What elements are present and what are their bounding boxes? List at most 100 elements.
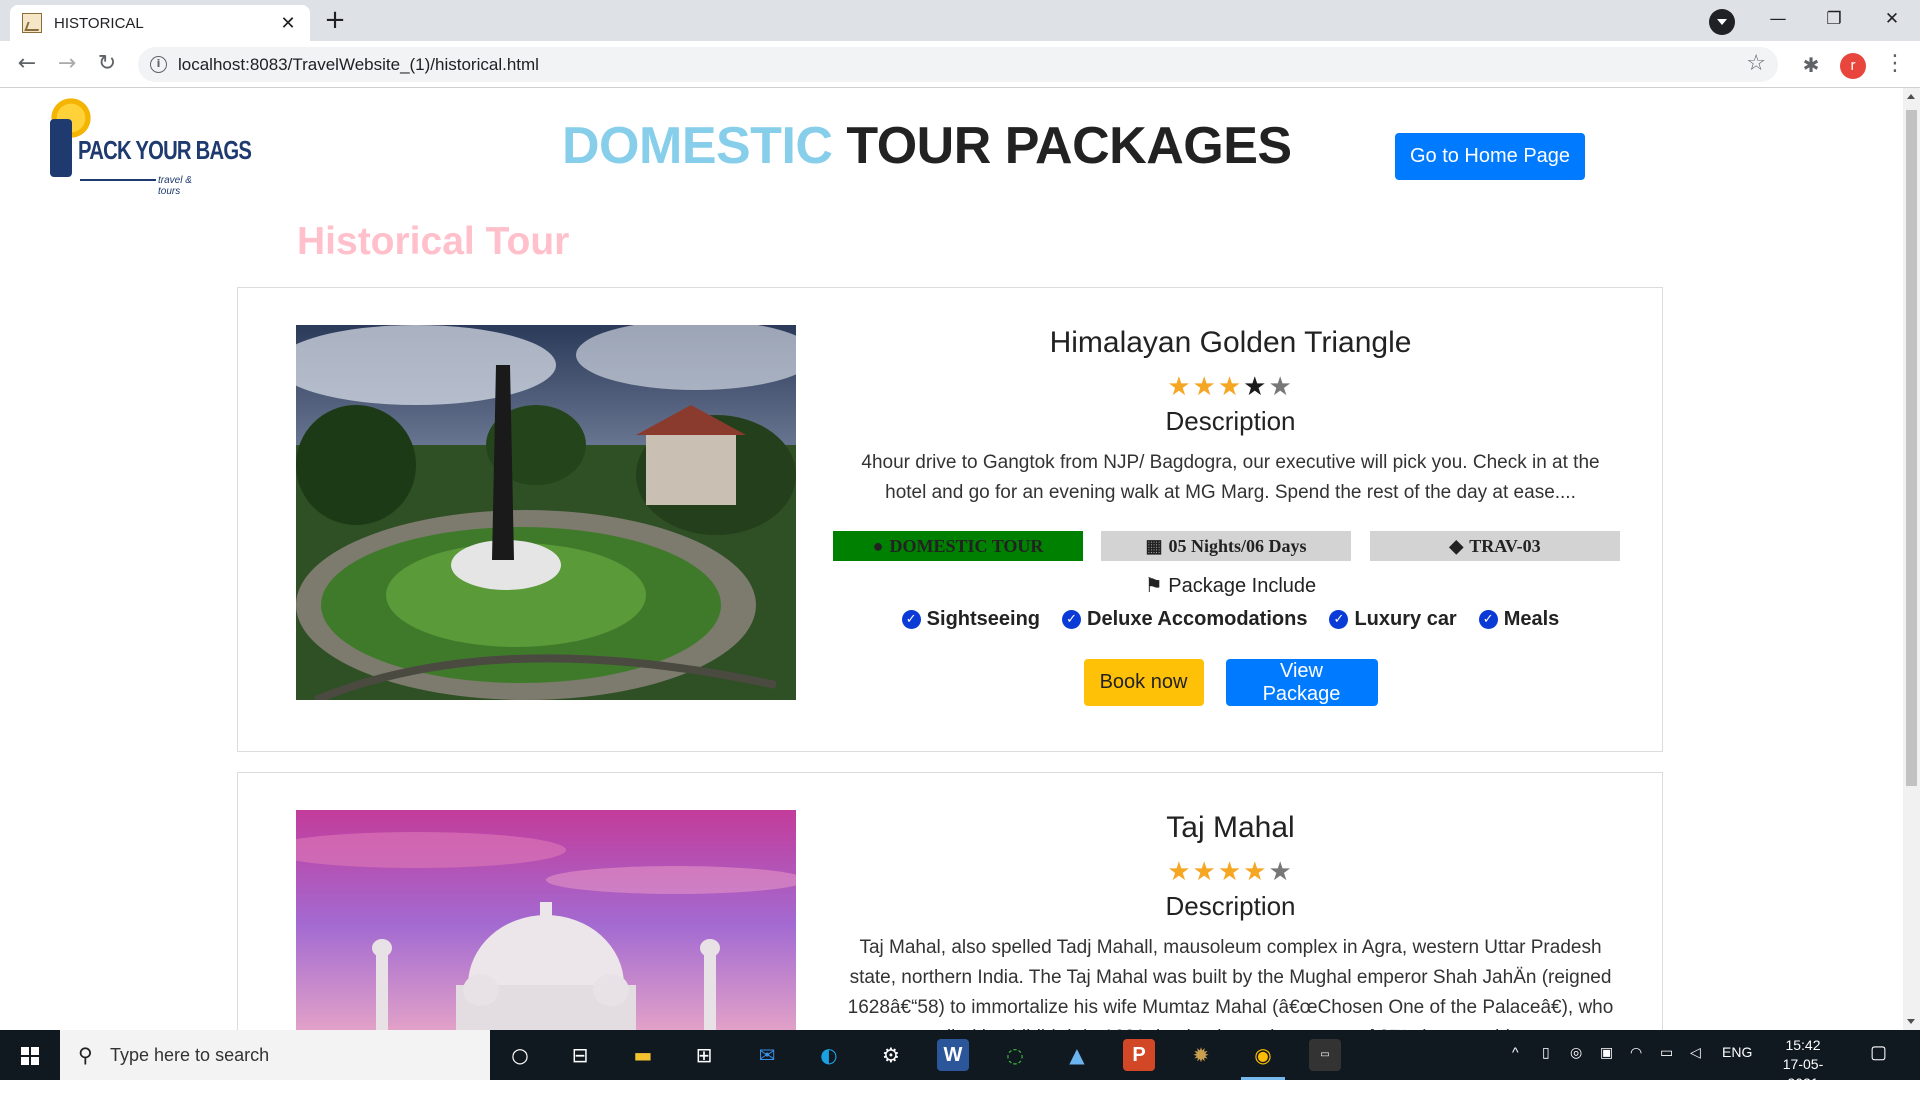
calendar-icon: ▦: [1145, 536, 1163, 556]
tab-close-icon[interactable]: ✕: [278, 13, 298, 34]
package-card: Himalayan Golden Triangle ★★★★★ Descript…: [237, 287, 1663, 752]
package-image-gangtok[interactable]: [296, 325, 796, 700]
package-actions: Book now View Package: [833, 659, 1628, 706]
include-item: ✓ Sightseeing: [901, 608, 1041, 631]
browser-toolbar: ← → ↻ i localhost:8083/TravelWebsite_(1)…: [0, 41, 1920, 88]
flag-icon: ⚑: [1144, 575, 1169, 597]
section-title: Historical Tour: [297, 220, 570, 263]
progress-app-icon[interactable]: ◌: [999, 1039, 1031, 1071]
word-app-icon[interactable]: W: [937, 1039, 969, 1071]
edge-browser-icon[interactable]: ◐: [813, 1039, 845, 1071]
gear-app-icon[interactable]: ✹: [1185, 1039, 1217, 1071]
description-label: Description: [1165, 406, 1296, 436]
windows-logo-icon: [21, 1047, 39, 1065]
tray-app-icon[interactable]: ◎: [1570, 1044, 1582, 1061]
start-button[interactable]: [0, 1030, 60, 1080]
star-icon: ★: [1268, 372, 1294, 402]
check-circle-icon: ✓: [1062, 610, 1082, 629]
include-item: ✓ Meals: [1478, 608, 1559, 631]
battery-icon[interactable]: ▭: [1660, 1044, 1673, 1061]
search-icon: ⚲: [78, 1043, 93, 1067]
terminal-app-icon[interactable]: ▭: [1309, 1039, 1341, 1071]
site-logo[interactable]: PACK YOUR BAGS travel & tours: [40, 91, 252, 201]
package-details: Himalayan Golden Triangle ★★★★★ Descript…: [833, 288, 1628, 753]
package-title: Himalayan Golden Triangle: [1049, 326, 1412, 359]
wifi-icon[interactable]: ◠: [1630, 1044, 1642, 1061]
tab-title: HISTORICAL: [54, 14, 144, 32]
notifications-icon[interactable]: ▢: [1870, 1042, 1887, 1063]
site-info-icon[interactable]: i: [150, 56, 167, 73]
restore-button[interactable]: ❐: [1806, 0, 1862, 40]
settings-gear-icon[interactable]: ⚙: [875, 1039, 907, 1071]
star-icon: ★: [1167, 372, 1193, 402]
forward-button[interactable]: →: [52, 50, 82, 80]
package-details: Taj Mahal ★★★★★ Description Taj Mahal, a…: [833, 773, 1628, 1030]
new-tab-button[interactable]: +: [318, 7, 352, 35]
scroll-up-icon[interactable]: [1907, 94, 1915, 99]
star-icon: ★: [1268, 857, 1294, 887]
duration-text: 05 Nights/06 Days: [1168, 536, 1307, 556]
chrome-browser-icon[interactable]: ◉: [1247, 1039, 1279, 1071]
reload-button[interactable]: ↻: [92, 50, 122, 80]
task-view-icon[interactable]: ⊟: [564, 1039, 596, 1071]
book-now-button[interactable]: Book now: [1083, 659, 1204, 706]
file-explorer-icon[interactable]: ▬: [627, 1039, 659, 1071]
go-home-button[interactable]: Go to Home Page: [1395, 133, 1585, 180]
page-title-rest: TOUR PACKAGES: [832, 117, 1292, 175]
extensions-puzzle-icon[interactable]: ✱: [1800, 54, 1822, 76]
package-code-text: TRAV-03: [1469, 536, 1541, 556]
search-placeholder: Type here to search: [110, 1045, 270, 1065]
page-viewport: PACK YOUR BAGS travel & tours DOMESTIC T…: [0, 88, 1920, 1030]
star-icon: ★: [1217, 857, 1244, 887]
package-code-badge: ◆ TRAV-03: [1370, 531, 1620, 561]
back-button[interactable]: ←: [12, 50, 42, 80]
include-label: Sightseeing: [926, 608, 1041, 630]
package-includes-list: ✓ Sightseeing ✓ Deluxe Accomodations ✓ Luxu…: [833, 608, 1628, 631]
star-rating: ★★★★★: [833, 857, 1628, 887]
tray-display-icon[interactable]: ▣: [1600, 1044, 1613, 1061]
package-meta-row: ● DOMESTIC TOUR ▦ 05 Nights/06 Days ◆ TRAV-…: [833, 531, 1628, 561]
check-circle-icon: ✓: [901, 610, 921, 629]
page-title: DOMESTIC TOUR PACKAGES: [562, 116, 1292, 176]
logo-suitcase-icon: [50, 119, 72, 177]
page-scrollbar[interactable]: [1903, 88, 1920, 1030]
package-title: Taj Mahal: [1166, 811, 1295, 844]
taskbar-clock[interactable]: 15:42 17-05-2021: [1768, 1036, 1838, 1093]
windows-taskbar: ⚲ Type here to search ○ ⊟ ▬ ⊞ ✉ ◐ ⚙ W ◌ …: [0, 1030, 1920, 1091]
package-image-taj-mahal[interactable]: [296, 810, 796, 1030]
photos-app-icon[interactable]: ▲: [1061, 1039, 1093, 1071]
clock-date: 17-05-2021: [1782, 1056, 1824, 1091]
powerpoint-app-icon[interactable]: P: [1123, 1039, 1155, 1071]
volume-icon[interactable]: ◁: [1690, 1044, 1701, 1061]
map-marker-icon: ●: [872, 536, 884, 556]
package-description: Taj Mahal, also spelled Tadj Mahall, mau…: [847, 937, 1614, 1030]
store-icon[interactable]: ⊞: [688, 1039, 720, 1071]
minimize-button[interactable]: —: [1750, 0, 1806, 40]
star-icon: ★: [1192, 857, 1218, 887]
address-bar[interactable]: i localhost:8083/TravelWebsite_(1)/histo…: [138, 47, 1778, 82]
taskbar-search[interactable]: ⚲ Type here to search: [60, 1030, 490, 1080]
bookmark-star-icon[interactable]: ☆: [1746, 51, 1766, 76]
description-label: Description: [1165, 891, 1296, 921]
mail-icon[interactable]: ✉: [751, 1039, 783, 1071]
browser-tab[interactable]: HISTORICAL ✕: [10, 5, 310, 41]
include-item: ✓ Deluxe Accomodations: [1062, 608, 1307, 631]
tour-type-badge: ● DOMESTIC TOUR: [833, 531, 1083, 561]
tray-device-icon[interactable]: ▯: [1542, 1044, 1550, 1061]
language-indicator[interactable]: ENG: [1722, 1044, 1752, 1060]
url-text[interactable]: localhost:8083/TravelWebsite_(1)/histori…: [178, 55, 539, 75]
view-package-button[interactable]: View Package: [1225, 659, 1378, 706]
tab-search-icon[interactable]: [1709, 9, 1735, 35]
star-icon: ★: [1243, 857, 1269, 887]
scroll-down-icon[interactable]: [1907, 1019, 1915, 1024]
scroll-thumb[interactable]: [1906, 110, 1917, 786]
tab-favicon-icon: [22, 13, 42, 33]
clock-time: 15:42: [1785, 1037, 1821, 1053]
logo-subtitle: travel & tours: [158, 175, 192, 197]
tray-chevron-icon[interactable]: ^: [1512, 1044, 1519, 1060]
browser-menu-icon[interactable]: ⋮: [1884, 51, 1906, 77]
profile-avatar[interactable]: r: [1840, 53, 1866, 79]
close-window-button[interactable]: ✕: [1864, 0, 1920, 40]
cortana-icon[interactable]: ○: [504, 1039, 536, 1071]
star-icon: ★: [1167, 857, 1193, 887]
